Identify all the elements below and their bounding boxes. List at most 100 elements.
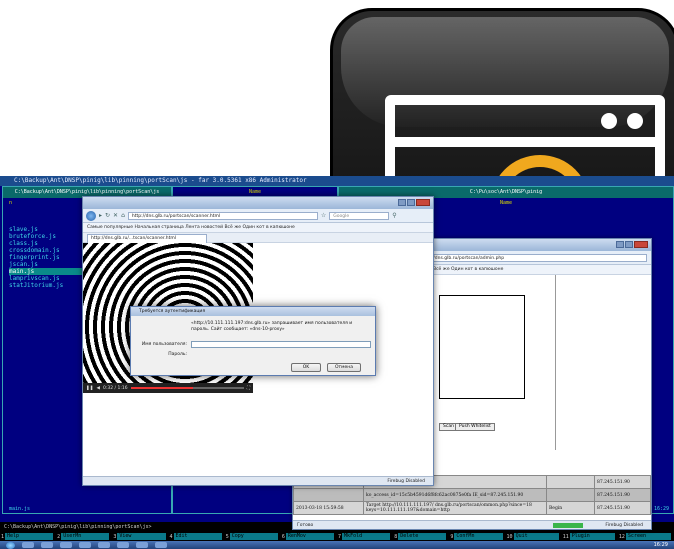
search-input[interactable]: Google (329, 211, 390, 220)
bookmarks-bar[interactable]: Самые популярные Начальная страница Лент… (83, 223, 433, 233)
fkey-7[interactable]: 7 MkFold (337, 532, 393, 541)
forward-icon[interactable]: ▸ (99, 212, 102, 219)
table-cell: 87.245.151.90 (594, 488, 651, 502)
windows-taskbar: 16:29 (0, 541, 674, 549)
stop-icon[interactable]: ✕ (113, 212, 118, 219)
auth-dialog[interactable]: Требуется аутентификация «http://10.111.… (130, 306, 376, 376)
table-cell: 2013-03-18 15:59:58 (293, 501, 364, 515)
taskbar-app-button[interactable] (22, 542, 34, 548)
fkey-label: Plugin (569, 533, 615, 540)
search-icon[interactable]: ⚲ (392, 212, 396, 219)
dialog-title[interactable]: Требуется аутентификация (131, 307, 375, 316)
status-text: Готово (297, 523, 314, 528)
screenshot-canvas: C:\Backup\Ant\DNSP\pinig\lib\pinning\por… (0, 0, 674, 549)
close-icon[interactable] (416, 199, 430, 206)
firebug-status[interactable]: Firebug Disabled (387, 477, 425, 485)
fkey-label: Help (5, 533, 54, 540)
close-icon[interactable] (634, 241, 648, 248)
taskbar-app-button[interactable] (79, 542, 91, 548)
username-input[interactable] (191, 341, 371, 348)
volume-icon[interactable]: ◀ (97, 386, 100, 391)
fkey-9[interactable]: 9 ConfMn (449, 532, 505, 541)
divider (555, 275, 556, 450)
taskbar-app-button[interactable] (155, 542, 167, 548)
fkey-11[interactable]: 11 Plugin (562, 532, 618, 541)
play-pause-icon[interactable]: ❚❚ (86, 386, 94, 391)
navigation-bar: ▸ ↻ ✕ ⌂ http://dns.glb.ru/portscan/scann… (83, 209, 433, 223)
fkey-6[interactable]: 6 RenMov (281, 532, 337, 541)
table-cell (546, 488, 595, 502)
player-time: 0:32 / 1:16 (103, 385, 128, 391)
maximize-icon[interactable] (625, 241, 633, 248)
table-cell: 87.245.151.90 (594, 475, 651, 489)
address-bar[interactable]: http://dns.glb.ru/portscan/scanner.html (127, 211, 318, 220)
password-row: Пароль: (141, 351, 371, 358)
username-row: Имя пользователя: (141, 341, 371, 348)
status-bar: Firebug Disabled (83, 476, 433, 485)
fkey-10[interactable]: 10 Quit (506, 532, 562, 541)
fkey-label: Delete (398, 533, 447, 540)
fkey-8[interactable]: 8 Delete (393, 532, 449, 541)
fkey-2[interactable]: 2 UserMn (56, 532, 112, 541)
table-cell (293, 488, 364, 502)
window-glyph-titlebar (395, 137, 655, 147)
fkey-number: 11 (562, 533, 569, 540)
minimize-icon[interactable] (616, 241, 624, 248)
fkey-label: Quit (513, 533, 559, 540)
status-bar: Готово Firebug Disabled (293, 520, 651, 529)
push-whitelist-button[interactable]: Push Whitelist (455, 423, 495, 431)
username-label: Имя пользователя: (141, 342, 187, 347)
fkey-12[interactable]: 12 Screen (618, 532, 674, 541)
video-player-controls: ❚❚ ◀ 0:32 / 1:16 ⛶ (83, 383, 253, 393)
fkey-4[interactable]: 4 Edit (169, 532, 225, 541)
content-frame (439, 295, 525, 399)
fkey-number: 12 (618, 533, 625, 540)
panel-footer: main.js (9, 506, 31, 512)
window-controls (616, 241, 648, 248)
fullscreen-icon[interactable]: ⛶ (247, 385, 250, 391)
taskbar-clock[interactable]: 16:29 (654, 542, 668, 548)
table-cell: ko_access_id=15c5b4591d6f8fc62ac0875e0fa… (363, 488, 547, 502)
window-titlebar[interactable] (83, 197, 433, 209)
taskbar-app-button[interactable] (41, 542, 53, 548)
cancel-button[interactable]: Отмена (327, 363, 361, 372)
table-cell: Target http://10.111.111.197/ dns.glb.ru… (363, 501, 547, 515)
fkey-3[interactable]: 3 View (112, 532, 168, 541)
firebug-status[interactable]: Firebug Disabled (605, 521, 643, 530)
tab-strip: http://dns.glb.ru/...tscan/scanner.html (83, 233, 433, 243)
function-key-bar: 1 Help 2 UserMn 3 View 4 Edit 5 Copy 6 RenMov … (0, 532, 674, 541)
password-input[interactable] (191, 351, 371, 358)
bookmark-star-icon[interactable]: ☆ (321, 212, 326, 219)
ok-button[interactable]: OK (291, 363, 321, 372)
table-row: ko_access_id=15c5b4591d6f8fc62ac0875e0fa… (293, 488, 651, 502)
fkey-label: MkFold (342, 533, 391, 540)
table-cell: Begin (546, 501, 595, 515)
fkey-label: UserMn (61, 533, 110, 540)
fkey-5[interactable]: 5 Copy (225, 532, 281, 541)
table-cell: 87.245.151.90 (594, 501, 651, 515)
fkey-label: ConfMn (454, 533, 503, 540)
window-glyph-dot (627, 113, 643, 129)
reload-icon[interactable]: ↻ (105, 212, 110, 219)
window-controls (398, 199, 430, 206)
minimize-icon[interactable] (398, 199, 406, 206)
maximize-icon[interactable] (407, 199, 415, 206)
seek-bar-fill (130, 387, 193, 389)
taskbar-app-button[interactable] (136, 542, 148, 548)
fkey-label: RenMov (285, 533, 335, 540)
fkey-label: View (117, 533, 166, 540)
taskbar-app-button[interactable] (98, 542, 110, 548)
tab-scanner[interactable]: http://dns.glb.ru/...tscan/scanner.html (87, 234, 207, 243)
window-glyph-dot (601, 113, 617, 129)
fkey-1[interactable]: 1 Help (0, 532, 56, 541)
taskbar-app-button[interactable] (60, 542, 72, 548)
seek-bar[interactable] (130, 387, 244, 389)
start-button[interactable] (6, 541, 15, 549)
fkey-label: Screen (625, 533, 672, 540)
back-icon[interactable] (86, 210, 96, 221)
taskbar-app-button[interactable] (117, 542, 129, 548)
home-icon[interactable]: ⌂ (121, 212, 125, 219)
address-bar[interactable]: http://dns.glb.ru/portscan/admin.php (417, 253, 647, 262)
fkey-label: Edit (173, 533, 222, 540)
table-cell (546, 475, 595, 489)
